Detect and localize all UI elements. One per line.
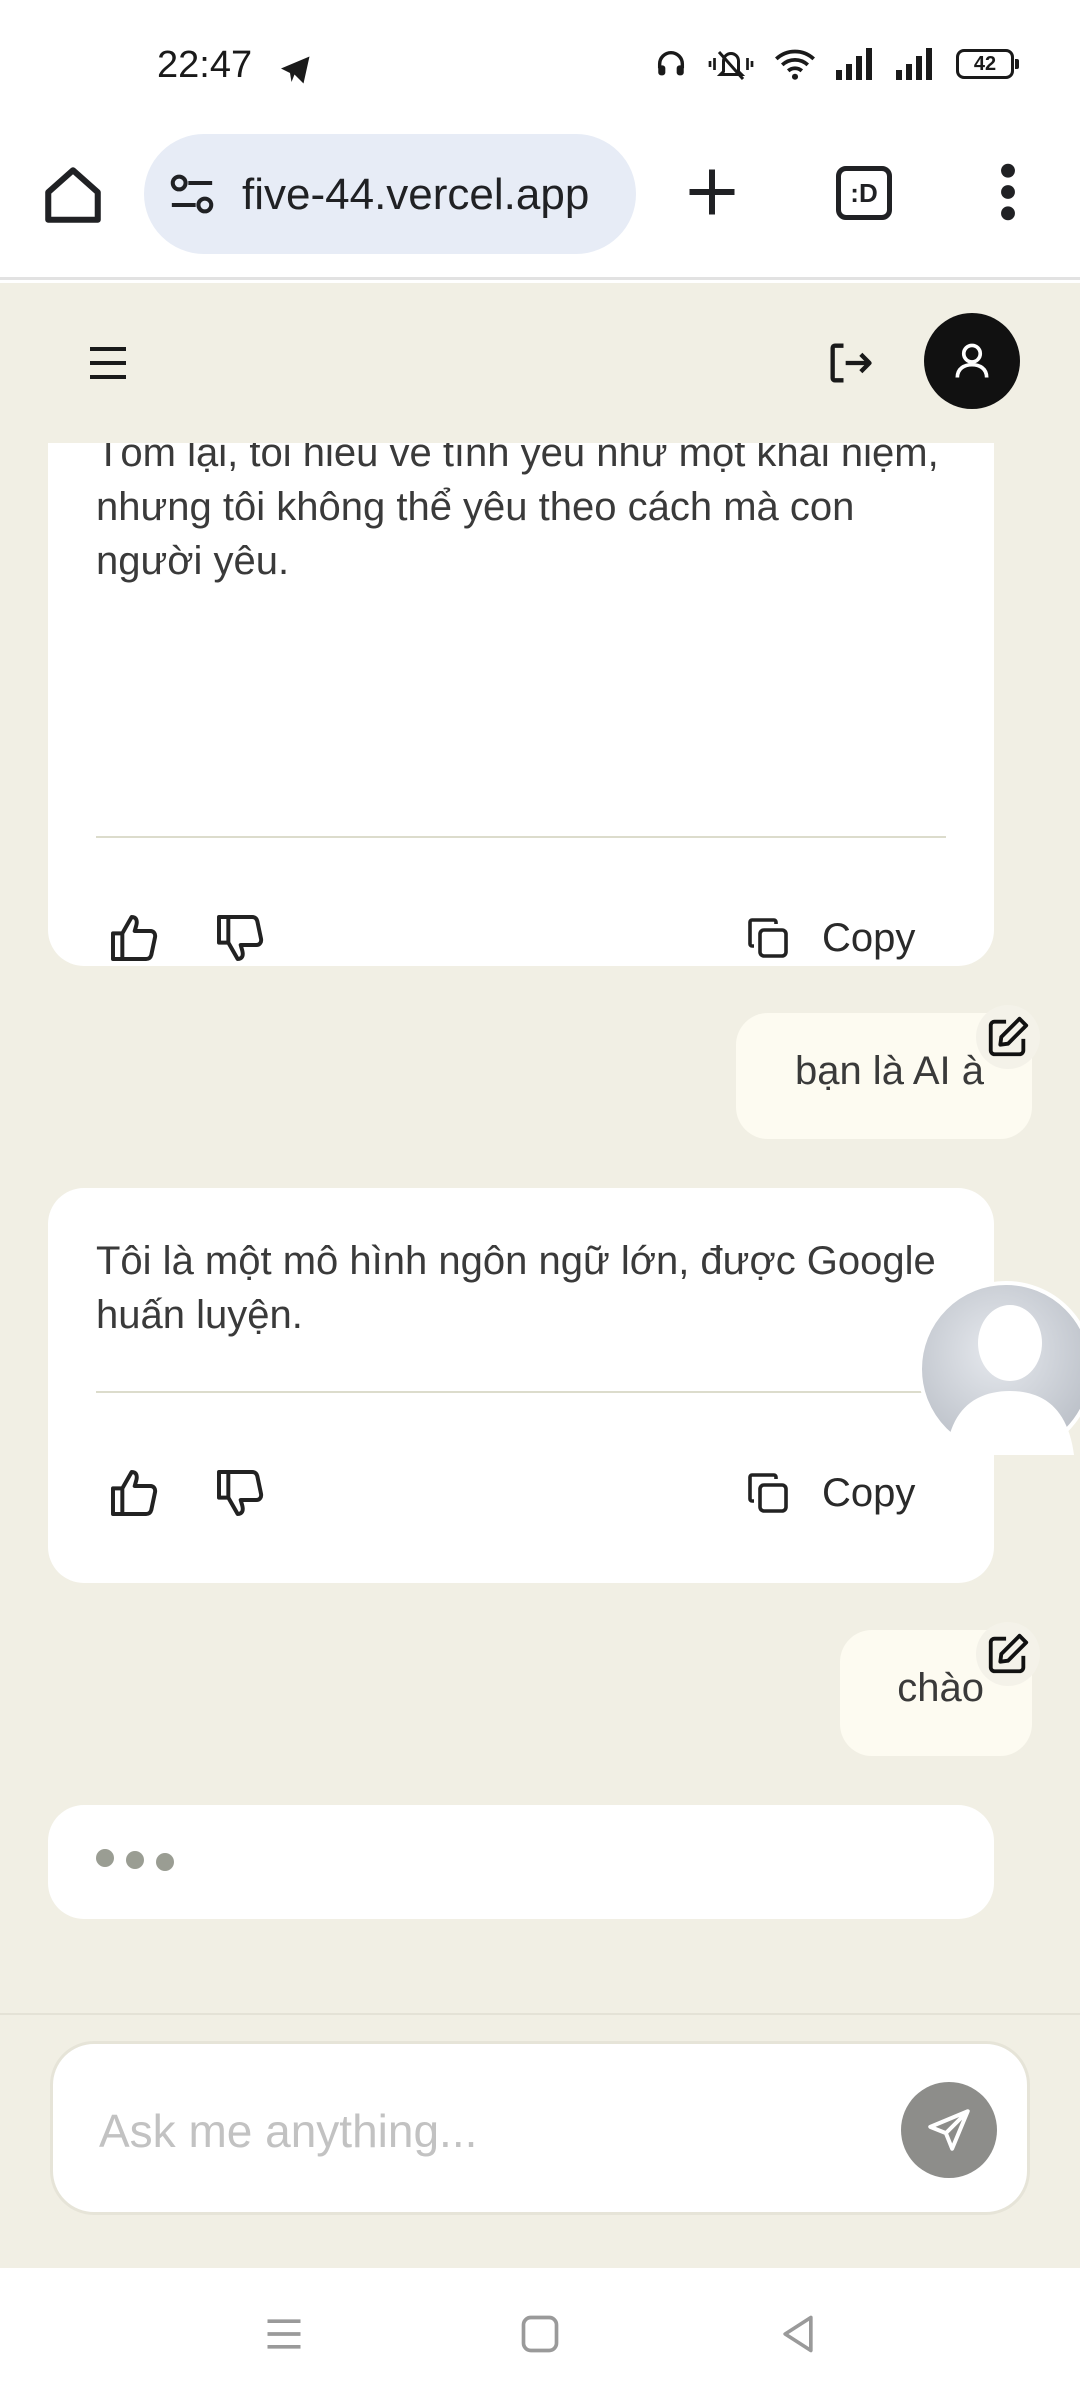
url-text[interactable]: five-44.vercel.app <box>242 170 622 220</box>
input-placeholder[interactable]: Ask me anything... <box>99 2104 477 2158</box>
typing-dot <box>126 1851 144 1869</box>
copy-label[interactable]: Copy <box>822 1471 915 1516</box>
system-navigation-bar <box>0 2268 1080 2400</box>
edit-icon <box>988 1016 1029 1057</box>
edit-message-button[interactable] <box>976 1005 1040 1069</box>
recent-apps-icon[interactable] <box>262 2312 306 2356</box>
message-divider <box>96 836 946 838</box>
chat-input[interactable]: Ask me anything... <box>50 2041 1030 2215</box>
edit-message-button[interactable] <box>976 1622 1040 1686</box>
battery-icon: 42 <box>956 49 1019 79</box>
status-icons: 42 <box>654 46 1019 82</box>
copy-button[interactable]: Copy <box>744 908 944 968</box>
browser-toolbar: five-44.vercel.app :D <box>0 132 1080 280</box>
battery-level: 42 <box>973 53 997 75</box>
chat-input-area: Ask me anything... <box>0 2013 1080 2268</box>
more-vert-icon[interactable] <box>990 160 1026 224</box>
headset-icon <box>657 51 685 76</box>
copy-button[interactable]: Copy <box>744 1463 944 1523</box>
copy-icon <box>748 1473 788 1513</box>
status-time: 22:47 <box>157 44 253 86</box>
user-icon <box>955 343 989 378</box>
chat-app: trên kiến thức mà tôi có được. Tóm lại, … <box>0 283 1080 2268</box>
edit-icon <box>988 1633 1029 1674</box>
thumbs-up-icon[interactable] <box>106 910 162 966</box>
thumbs-up-icon[interactable] <box>106 1465 162 1521</box>
thumbs-down-icon[interactable] <box>212 1465 268 1521</box>
screen: 22:47 42 five-44.vercel.app:D Tóm lại, … <box>0 0 1080 2400</box>
user-message-text: bạn là AI à <box>794 1049 984 1093</box>
copy-icon <box>748 918 788 958</box>
signal-icon <box>896 48 932 80</box>
hamburger-icon[interactable] <box>88 345 128 381</box>
typing-indicator <box>48 1805 994 1919</box>
back-icon[interactable] <box>776 2312 820 2356</box>
assistant-message-text: Tôi là một mô hình ngôn ngữ lớn, được Go… <box>96 1239 936 1337</box>
silent-vibrate-icon <box>708 51 754 80</box>
home-nav-icon[interactable] <box>518 2312 562 2356</box>
signal-icon <box>836 48 872 80</box>
floating-bubble-avatar[interactable] <box>916 1279 1080 1455</box>
app-header <box>0 283 1080 443</box>
copy-label[interactable]: Copy <box>822 916 915 961</box>
telegram-icon <box>281 56 310 84</box>
status-bar: 22:47 42 <box>0 0 1080 132</box>
typing-dot <box>156 1853 174 1871</box>
plus-icon[interactable] <box>682 162 742 222</box>
send-icon <box>928 2109 970 2151</box>
typing-dot <box>96 1849 114 1867</box>
message-divider <box>96 1391 946 1393</box>
assistant-message-card: Tôi là một mô hình ngôn ngữ lớn, được Go… <box>48 1188 994 1583</box>
user-message-text: chào <box>897 1666 984 1710</box>
home-icon[interactable] <box>40 162 106 228</box>
user-avatar-button[interactable] <box>924 313 1020 409</box>
logout-icon[interactable] <box>824 337 876 389</box>
site-settings-icon[interactable] <box>168 172 216 216</box>
send-button[interactable] <box>901 2082 997 2178</box>
thumbs-down-icon[interactable] <box>212 910 268 966</box>
tab-switcher-icon[interactable]: :D <box>836 166 892 220</box>
wifi-icon <box>775 49 815 80</box>
address-bar[interactable]: five-44.vercel.app <box>144 134 636 254</box>
